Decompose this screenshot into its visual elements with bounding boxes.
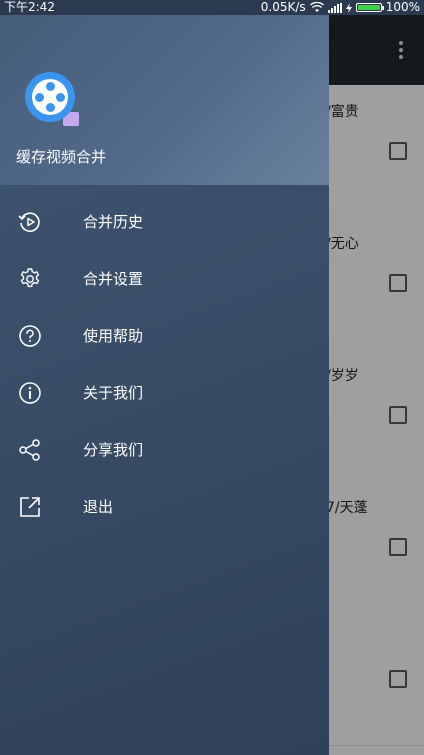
menu-item-exit[interactable]: 退出 <box>0 478 329 535</box>
status-right: 0.05K/s 100% <box>261 0 420 15</box>
menu-item-label: 使用帮助 <box>83 327 144 345</box>
menu-item-label: 合并历史 <box>83 213 144 231</box>
history-play-icon <box>18 211 40 232</box>
exit-icon <box>20 496 40 517</box>
drawer-header: 缓存视频合并 <box>0 15 329 185</box>
menu-item-label: 合并设置 <box>83 270 144 288</box>
menu-item-label: 关于我们 <box>83 384 144 402</box>
share-icon <box>19 438 40 461</box>
menu-item-label: 退出 <box>83 498 114 516</box>
status-bar: 下午2:42 0.05K/s 100% <box>0 0 424 15</box>
help-icon <box>19 324 41 347</box>
battery-icon <box>355 3 384 12</box>
navigation-drawer: 缓存视频合并 合并历史 合并设置 使用帮助 关于我们 分享我们 退出 <box>0 15 329 755</box>
drawer-menu: 合并历史 合并设置 使用帮助 关于我们 分享我们 退出 <box>0 193 329 535</box>
status-time: 下午2:42 <box>4 0 55 14</box>
info-icon <box>19 381 41 404</box>
charging-icon <box>345 2 352 13</box>
menu-item-share-us[interactable]: 分享我们 <box>0 421 329 478</box>
signal-icon <box>327 2 342 13</box>
gear-icon <box>20 267 40 287</box>
wifi-icon <box>309 2 324 12</box>
menu-item-merge-history[interactable]: 合并历史 <box>0 193 329 250</box>
app-logo-icon <box>25 72 79 126</box>
network-speed: 0.05K/s <box>260 0 306 14</box>
menu-item-help[interactable]: 使用帮助 <box>0 307 329 364</box>
menu-item-about-us[interactable]: 关于我们 <box>0 364 329 421</box>
app-name: 缓存视频合并 <box>16 148 107 166</box>
menu-item-label: 分享我们 <box>83 441 144 459</box>
menu-item-merge-settings[interactable]: 合并设置 <box>0 250 329 307</box>
battery-percent: 100% <box>385 0 420 14</box>
